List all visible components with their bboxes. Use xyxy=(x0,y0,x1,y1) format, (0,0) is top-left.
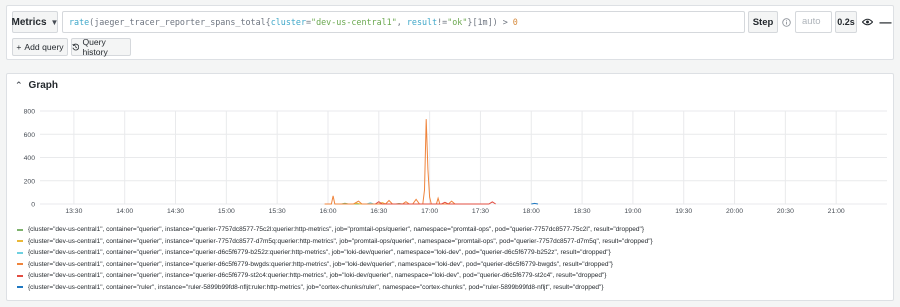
query-history-button[interactable]: Query history xyxy=(71,37,131,57)
remove-query-button[interactable]: — xyxy=(878,11,893,33)
y-tick-label: 800 xyxy=(24,109,36,116)
x-tick-label: 21:00 xyxy=(828,208,845,215)
query-token: 0 xyxy=(512,17,518,27)
series-line xyxy=(324,119,456,205)
series-line xyxy=(531,202,539,205)
query-token: [1m] xyxy=(472,17,493,27)
add-query-label: Add query xyxy=(24,42,64,52)
y-tick-label: 200 xyxy=(24,178,36,185)
step-label: Step xyxy=(748,11,778,33)
legend-swatch xyxy=(17,251,23,254)
info-icon[interactable] xyxy=(779,11,793,33)
query-token: result xyxy=(406,17,438,27)
legend-swatch xyxy=(17,263,23,266)
y-tick-label: 400 xyxy=(24,155,36,162)
graph-chart[interactable]: 0 200 400 600 800 13:30 14:00 14:30 15:00 15:30 16… xyxy=(7,74,895,224)
legend-item[interactable]: {cluster="dev-us-central1", container="q… xyxy=(17,247,887,259)
query-editor-panel: Metrics ▼ rate(jaeger_tracer_reporter_sp… xyxy=(6,5,894,60)
metrics-dropdown-button[interactable]: Metrics ▼ xyxy=(12,11,58,33)
x-tick-label: 20:00 xyxy=(726,208,743,215)
x-tick-label: 17:00 xyxy=(421,208,438,215)
legend-swatch xyxy=(17,286,23,289)
graph-legend: {cluster="dev-us-central1", container="q… xyxy=(17,224,887,293)
query-token: "dev-us-central1" xyxy=(311,17,397,27)
history-icon xyxy=(72,43,80,51)
query-history-label: Query history xyxy=(82,37,108,57)
x-tick-label: 18:00 xyxy=(523,208,540,215)
query-duration-badge[interactable]: 0.2s xyxy=(835,11,857,33)
x-tick-label: 13:30 xyxy=(65,208,82,215)
x-tick-label: 15:00 xyxy=(218,208,235,215)
chevron-down-icon: ▼ xyxy=(50,17,59,27)
query-token: != xyxy=(437,17,448,27)
eye-icon xyxy=(862,18,873,26)
x-tick-label: 18:30 xyxy=(574,208,591,215)
legend-item[interactable]: {cluster="dev-us-central1", container="r… xyxy=(17,282,887,294)
query-token: > xyxy=(497,17,513,27)
legend-label: {cluster="dev-us-central1", container="q… xyxy=(28,260,613,268)
legend-swatch xyxy=(17,228,23,231)
legend-label: {cluster="dev-us-central1", container="q… xyxy=(28,237,653,245)
legend-label: {cluster="dev-us-central1", container="q… xyxy=(28,226,645,234)
x-tick-label: 19:00 xyxy=(624,208,641,215)
x-tick-label: 17:30 xyxy=(472,208,489,215)
legend-item[interactable]: {cluster="dev-us-central1", container="q… xyxy=(17,259,887,271)
legend-label: {cluster="dev-us-central1", container="q… xyxy=(28,249,611,257)
minus-icon: — xyxy=(879,15,892,29)
step-input[interactable]: auto xyxy=(795,11,832,33)
x-tick-label: 20:30 xyxy=(777,208,794,215)
metrics-label: Metrics xyxy=(11,16,47,28)
x-tick-label: 16:00 xyxy=(319,208,336,215)
toggle-visibility-button[interactable] xyxy=(860,11,875,33)
legend-item[interactable]: {cluster="dev-us-central1", container="q… xyxy=(17,270,887,282)
query-token: "ok" xyxy=(447,17,468,27)
add-query-button[interactable]: + Add query xyxy=(12,38,68,56)
x-tick-label: 14:00 xyxy=(116,208,133,215)
legend-swatch xyxy=(17,274,23,277)
query-input[interactable]: rate(jaeger_tracer_reporter_spans_total{… xyxy=(62,11,745,33)
query-token: rate xyxy=(69,17,90,27)
y-tick-label: 600 xyxy=(24,132,36,139)
y-tick-label: 0 xyxy=(31,202,35,209)
legend-item[interactable]: {cluster="dev-us-central1", container="q… xyxy=(17,236,887,248)
x-tick-label: 19:30 xyxy=(675,208,692,215)
x-tick-label: 14:30 xyxy=(167,208,184,215)
legend-label: {cluster="dev-us-central1", container="r… xyxy=(28,283,604,291)
plus-icon: + xyxy=(16,42,22,52)
query-token: jaeger_tracer_reporter_spans_total xyxy=(94,17,266,27)
legend-swatch xyxy=(17,240,23,243)
x-tick-label: 15:30 xyxy=(269,208,286,215)
query-token: cluster xyxy=(270,17,306,27)
query-token: , xyxy=(396,17,407,27)
legend-item[interactable]: {cluster="dev-us-central1", container="q… xyxy=(17,224,887,236)
legend-label: {cluster="dev-us-central1", container="q… xyxy=(28,272,607,280)
x-tick-label: 16:30 xyxy=(370,208,387,215)
series-line xyxy=(375,201,496,205)
graph-panel: ⌃ Graph 0 200 400 600 800 13:30 14:00 14:30 15:0… xyxy=(6,73,894,301)
